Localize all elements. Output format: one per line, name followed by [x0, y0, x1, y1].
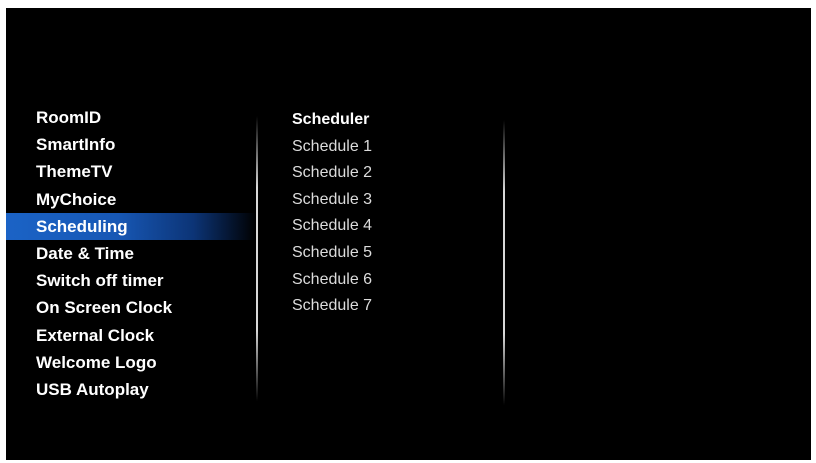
menu-item-date-time[interactable]: Date & Time — [6, 240, 256, 267]
submenu-item-schedule-3[interactable]: Schedule 3 — [292, 187, 492, 214]
menu-item-mychoice[interactable]: MyChoice — [6, 186, 256, 213]
submenu-item-schedule-1[interactable]: Schedule 1 — [292, 134, 492, 161]
settings-menu: RoomID SmartInfo ThemeTV MyChoice Schedu… — [6, 104, 256, 403]
tv-screen: RoomID SmartInfo ThemeTV MyChoice Schedu… — [6, 8, 811, 460]
menu-item-welcome-logo[interactable]: Welcome Logo — [6, 349, 256, 376]
left-divider — [256, 116, 258, 401]
menu-item-themetv[interactable]: ThemeTV — [6, 158, 256, 185]
submenu-item-schedule-2[interactable]: Schedule 2 — [292, 160, 492, 187]
menu-item-usb-autoplay[interactable]: USB Autoplay — [6, 376, 256, 403]
menu-item-on-screen-clock[interactable]: On Screen Clock — [6, 294, 256, 321]
submenu-item-schedule-7[interactable]: Schedule 7 — [292, 293, 492, 320]
menu-item-smartinfo[interactable]: SmartInfo — [6, 131, 256, 158]
scheduler-submenu: Scheduler Schedule 1 Schedule 2 Schedule… — [292, 107, 492, 320]
menu-item-scheduling[interactable]: Scheduling — [6, 212, 256, 240]
menu-item-switch-off-timer[interactable]: Switch off timer — [6, 267, 256, 294]
submenu-item-schedule-4[interactable]: Schedule 4 — [292, 213, 492, 240]
right-divider — [503, 120, 505, 405]
menu-item-external-clock[interactable]: External Clock — [6, 322, 256, 349]
submenu-item-schedule-5[interactable]: Schedule 5 — [292, 240, 492, 267]
submenu-item-schedule-6[interactable]: Schedule 6 — [292, 267, 492, 294]
submenu-title: Scheduler — [292, 111, 370, 128]
menu-item-roomid[interactable]: RoomID — [6, 104, 256, 131]
